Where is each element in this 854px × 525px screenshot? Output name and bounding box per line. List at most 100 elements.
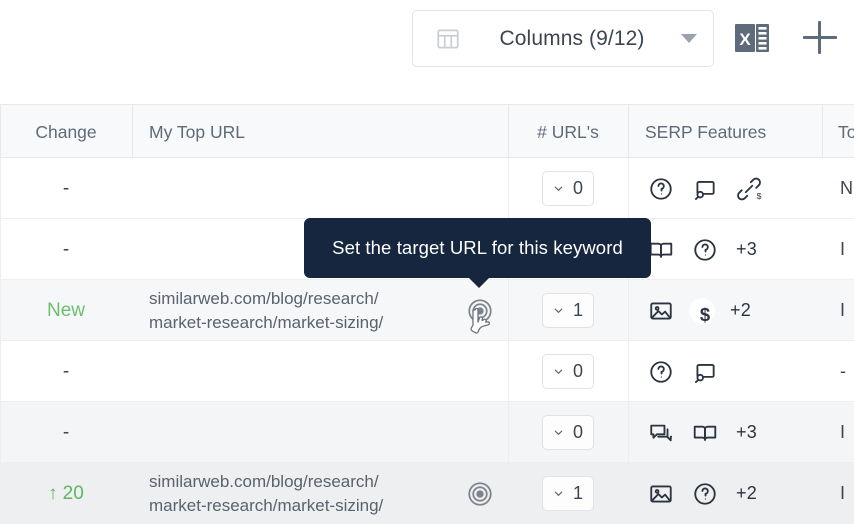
cell-change: - <box>0 158 132 219</box>
book-icon[interactable] <box>692 420 718 446</box>
url-count-dropdown[interactable]: 1 <box>542 293 594 328</box>
hand-cursor-icon <box>466 303 498 341</box>
svg-text:X: X <box>739 30 751 49</box>
url-count-dropdown[interactable]: 1 <box>542 476 594 511</box>
keyword-table-screen: Columns (9/12) X Change My Top URL # URL… <box>0 0 854 525</box>
columns-selector-button[interactable]: Columns (9/12) <box>412 10 714 67</box>
chevron-down-icon <box>554 369 563 374</box>
cell-change: - <box>0 219 132 280</box>
row-divider <box>628 463 629 524</box>
arrow-up-icon: ↑ <box>48 483 58 504</box>
header-divider <box>822 105 823 159</box>
table-columns-icon <box>435 26 461 52</box>
cell-change: - <box>0 341 132 402</box>
total-value: I <box>840 239 846 259</box>
related-searches-icon[interactable] <box>692 359 718 385</box>
cell-my-top-url <box>149 402 449 463</box>
serp-more-count[interactable]: +3 <box>736 239 757 260</box>
dollar-icon[interactable]: $ <box>689 297 715 325</box>
column-header-serp-features[interactable]: SERP Features <box>645 105 766 159</box>
set-target-url-button[interactable] <box>458 463 502 524</box>
cell-my-top-url: similarweb.com/blog/research/market-rese… <box>149 280 449 341</box>
chevron-down-icon <box>554 186 563 191</box>
question-circle-icon[interactable] <box>692 237 718 263</box>
change-value: - <box>62 360 70 382</box>
svg-text:$: $ <box>700 304 710 325</box>
url-count-dropdown[interactable]: 0 <box>542 171 594 206</box>
change-value: ↑ 20 <box>48 482 84 504</box>
cell-serp-features <box>648 341 822 402</box>
serp-more-count[interactable]: +3 <box>736 422 757 443</box>
question-circle-icon[interactable] <box>648 176 674 202</box>
chevron-down-icon <box>554 430 563 435</box>
cell-my-top-url <box>149 341 449 402</box>
table-row[interactable]: ↑ 20 similarweb.com/blog/research/market-r… <box>0 463 854 524</box>
chevron-down-icon[interactable] <box>681 34 697 43</box>
top-url-text[interactable]: similarweb.com/blog/research/market-rese… <box>149 287 383 335</box>
url-count-value: 0 <box>572 178 583 198</box>
question-circle-icon[interactable] <box>648 359 674 385</box>
cell-change: - <box>0 402 132 463</box>
total-value: N <box>840 178 853 198</box>
paid-link-icon[interactable]: $ <box>736 176 762 202</box>
cell-total: I <box>840 402 845 463</box>
url-count-value: 0 <box>572 361 583 381</box>
book-icon[interactable] <box>648 237 674 263</box>
change-value: New <box>46 299 85 321</box>
chevron-down-icon <box>554 491 563 496</box>
change-value: - <box>62 238 70 260</box>
serp-more-count[interactable]: +2 <box>736 483 757 504</box>
related-searches-icon[interactable] <box>692 176 718 202</box>
url-count-dropdown[interactable]: 0 <box>542 354 594 389</box>
chat-bubbles-icon[interactable] <box>648 420 674 446</box>
change-value: - <box>62 421 70 443</box>
column-header-my-top-url[interactable]: My Top URL <box>149 105 245 159</box>
cell-num-urls: 1 <box>508 280 628 341</box>
cell-my-top-url <box>149 158 449 219</box>
cell-serp-features: +3 <box>648 402 822 463</box>
cell-serp-features: $ <box>648 158 822 219</box>
cell-num-urls: 0 <box>508 402 628 463</box>
chevron-down-icon <box>554 308 563 313</box>
table-row[interactable]: - 0 +3 I <box>0 402 854 463</box>
total-value: I <box>840 422 846 442</box>
excel-export-icon[interactable]: X <box>732 17 774 59</box>
cell-serp-features: $ +2 <box>648 280 822 341</box>
total-value: I <box>840 300 846 320</box>
header-divider <box>628 105 629 159</box>
image-icon[interactable] <box>648 298 674 324</box>
cell-serp-features: +2 <box>648 463 822 524</box>
cell-num-urls: 1 <box>508 463 628 524</box>
serp-more-count[interactable]: +2 <box>730 300 751 321</box>
row-divider <box>628 158 629 219</box>
top-url-text[interactable]: similarweb.com/blog/research/market-rese… <box>149 470 383 518</box>
url-count-dropdown[interactable]: 0 <box>542 415 594 450</box>
table-row[interactable]: New similarweb.com/blog/research/market-r… <box>0 280 854 341</box>
column-header-num-urls[interactable]: # URL's <box>508 105 628 159</box>
table-toolbar: Columns (9/12) X <box>0 0 854 100</box>
cell-change: New <box>0 280 132 341</box>
cell-total: I <box>840 463 845 524</box>
table-body: - 0 $ N - +3 I New similarweb.com/blog/research/… <box>0 158 854 524</box>
question-circle-icon[interactable] <box>692 481 718 507</box>
cell-total: - <box>840 341 846 402</box>
cell-change: ↑ 20 <box>0 463 132 524</box>
table-row[interactable]: - 0 $ N <box>0 158 854 219</box>
target-url-tooltip: Set the target URL for this keyword <box>304 218 651 288</box>
column-header-total[interactable]: To <box>838 105 854 159</box>
column-header-change[interactable]: Change <box>0 105 132 159</box>
cell-num-urls: 0 <box>508 158 628 219</box>
row-divider <box>628 341 629 402</box>
table-row[interactable]: - 0 - <box>0 341 854 402</box>
total-value: I <box>840 483 846 503</box>
cell-serp-features: +3 <box>648 219 822 280</box>
header-divider <box>132 105 133 159</box>
add-keyword-button[interactable] <box>800 16 840 60</box>
row-divider <box>628 280 629 341</box>
total-value: - <box>840 361 846 381</box>
image-icon[interactable] <box>648 481 674 507</box>
url-count-value: 0 <box>572 422 583 442</box>
cell-total: I <box>840 280 845 341</box>
keywords-table: Change My Top URL # URL's SERP Features … <box>0 104 854 524</box>
cell-my-top-url: similarweb.com/blog/research/market-rese… <box>149 463 449 524</box>
